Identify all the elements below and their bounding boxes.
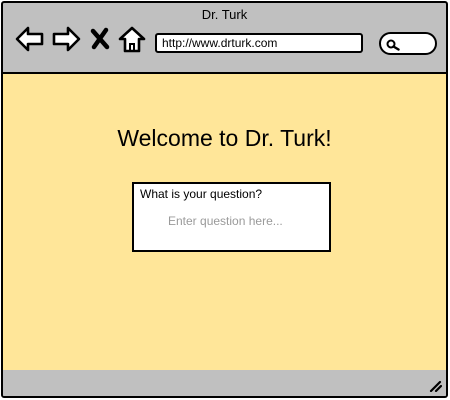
home-icon[interactable]	[117, 25, 147, 53]
question-input[interactable]	[142, 210, 322, 232]
status-bar	[3, 370, 446, 396]
search-icon	[386, 38, 400, 51]
question-label: What is your question?	[140, 187, 263, 201]
address-bar[interactable]: http://www.drturk.com	[155, 33, 363, 53]
forward-arrow-icon[interactable]	[51, 25, 81, 53]
welcome-heading: Welcome to Dr. Turk!	[117, 125, 332, 151]
question-panel: What is your question?	[132, 182, 331, 252]
window-title: Dr. Turk	[201, 7, 248, 22]
resize-grip-icon[interactable]	[428, 378, 443, 393]
stop-x-icon[interactable]	[89, 25, 111, 53]
search-field[interactable]	[379, 32, 437, 55]
page-content: Welcome to Dr. Turk! What is your questi…	[3, 72, 446, 372]
back-arrow-icon[interactable]	[15, 25, 45, 53]
browser-window: Dr. Turk http://www.drturk.com Welcome t…	[1, 1, 448, 398]
